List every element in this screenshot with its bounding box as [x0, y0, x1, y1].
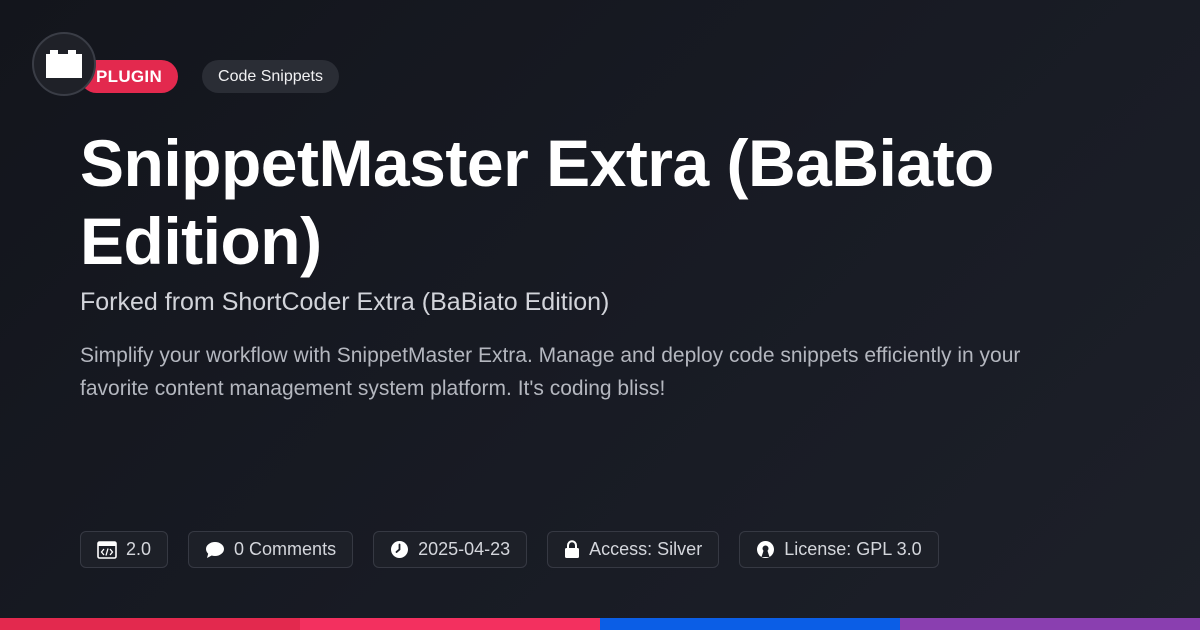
- license-text: License: GPL 3.0: [784, 539, 922, 559]
- subtitle: Forked from ShortCoder Extra (BaBiato Ed…: [80, 288, 610, 316]
- clock-icon: [391, 541, 409, 558]
- logo-icon: [46, 50, 82, 78]
- meta-row: 2.0 0 Comments 2025-04-23 Access: Silver…: [80, 531, 939, 568]
- access-text: Access: Silver: [589, 539, 703, 559]
- stripe-segment: [900, 618, 1200, 630]
- code-window-icon: [97, 540, 117, 559]
- comments-text: 0 Comments: [234, 539, 337, 559]
- open-source-icon: [757, 541, 775, 558]
- stripe-segment: [0, 618, 300, 630]
- lock-icon: [565, 540, 580, 558]
- date-text: 2025-04-23: [418, 539, 511, 559]
- stripe-segment: [600, 618, 900, 630]
- access-pill: Access: Silver: [547, 531, 720, 568]
- stripe-segment: [300, 618, 600, 630]
- site-logo[interactable]: [32, 32, 96, 96]
- description: Simplify your workflow with SnippetMaste…: [80, 344, 1021, 400]
- license-pill: License: GPL 3.0: [739, 531, 939, 568]
- tag-row: PLUGIN Code Snippets: [80, 60, 339, 93]
- version-text: 2.0: [126, 539, 152, 559]
- page-title: SnippetMaster Extra (BaBiato Edition): [80, 126, 994, 278]
- category-tag[interactable]: Code Snippets: [202, 60, 339, 93]
- date-pill: 2025-04-23: [373, 531, 528, 568]
- color-stripe: [0, 618, 1200, 630]
- version-pill: 2.0: [80, 531, 169, 568]
- comments-pill[interactable]: 0 Comments: [188, 531, 354, 568]
- comment-icon: [206, 541, 225, 558]
